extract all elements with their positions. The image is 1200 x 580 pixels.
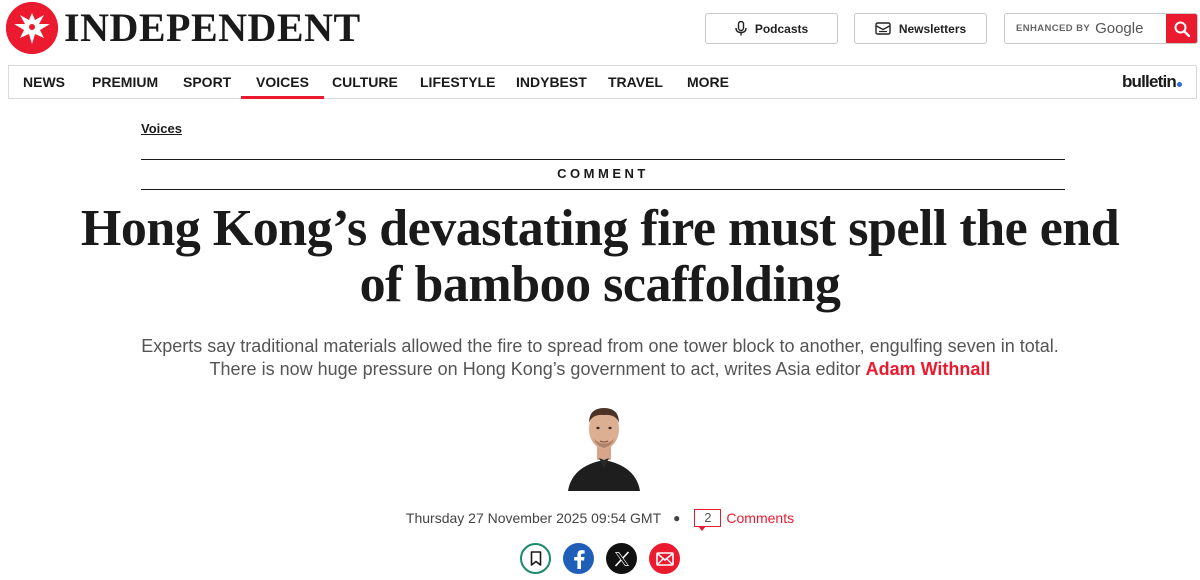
nav-item-more[interactable]: More [687,66,729,98]
nav-item-culture[interactable]: Culture [332,66,398,98]
search-enhanced-label: ENHANCED BY [1016,23,1091,34]
standfirst-line-2: There is now huge pressure on Hong Kong’… [209,359,861,379]
nav-item-indybest[interactable]: IndyBest [516,66,587,98]
facebook-share-button[interactable] [563,543,594,574]
facebook-icon [573,549,585,569]
microphone-icon [735,21,747,36]
comment-count-badge[interactable]: 2 [694,509,722,531]
section-rule-bottom [141,189,1065,190]
bookmark-icon [530,551,541,566]
article-standfirst: Experts say traditional materials allowe… [80,335,1120,381]
email-share-button[interactable] [649,543,680,574]
nav-item-sport[interactable]: Sport [183,66,231,98]
publish-date: Thursday 27 November 2025 09:54 GMT [405,510,662,526]
search-provider-label: Google [1095,20,1144,37]
site-logo[interactable]: INDEPENDENT [6,2,361,54]
nav-item-travel[interactable]: Travel [608,66,663,98]
article-meta: Thursday 27 November 2025 09:54 GMT ● 2 … [0,508,1200,531]
search-icon [1174,21,1190,37]
article-headline: Hong Kong’s devastating fire must spell … [80,200,1120,313]
x-icon [614,550,629,567]
main-nav: News Premium Sport Voices Culture Lifest… [8,65,1197,99]
eagle-logo-icon [6,2,58,54]
bulletin-dot-icon [1177,82,1182,87]
nav-item-voices[interactable]: Voices [241,66,324,99]
author-link[interactable]: Adam Withnall [866,359,991,379]
search-button[interactable] [1166,14,1197,43]
x-share-button[interactable] [606,543,637,574]
podcasts-label: Podcasts [754,21,809,36]
author-avatar[interactable] [564,396,644,491]
breadcrumb[interactable]: Voices [141,121,182,136]
newsletters-button[interactable]: Newsletters [854,13,987,44]
top-bar: INDEPENDENT Podcasts Newsletters ENHANCE… [0,0,1200,62]
nav-item-news[interactable]: News [23,66,65,98]
search-input[interactable]: ENHANCED BY Google [1005,20,1166,37]
envelope-icon [875,22,891,35]
podcasts-button[interactable]: Podcasts [705,13,838,44]
bulletin-link[interactable]: bulletin [1122,66,1182,98]
bookmark-button[interactable] [520,543,551,574]
site-search[interactable]: ENHANCED BY Google [1004,13,1198,44]
section-label: COMMENT [557,166,649,181]
logo-wordmark: INDEPENDENT [64,5,361,50]
comments-link[interactable]: Comments [726,510,794,526]
standfirst-line-1: Experts say traditional materials allowe… [141,336,1059,356]
bulletin-label: bulletin [1121,72,1177,91]
newsletters-label: Newsletters [898,21,967,36]
nav-item-premium[interactable]: Premium [92,66,158,98]
email-icon [655,551,674,566]
share-bar [0,543,1200,574]
meta-separator: ● [673,511,681,525]
section-rule-top [141,159,1065,160]
nav-item-lifestyle[interactable]: Lifestyle [420,66,495,98]
